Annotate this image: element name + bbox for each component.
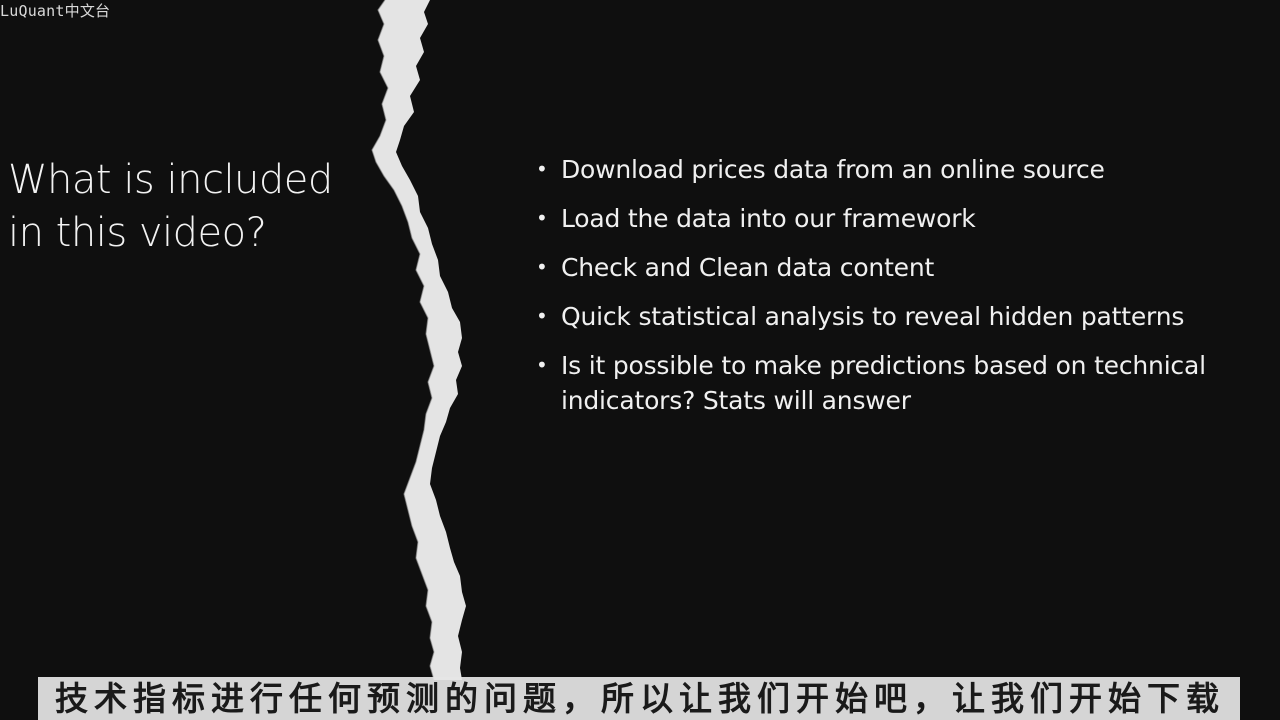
- bullet-list: • Download prices data from an online so…: [534, 152, 1274, 432]
- bullet-text: Check and Clean data content: [561, 253, 935, 282]
- bullet-dot-icon: •: [536, 157, 548, 181]
- bullet-item: • Load the data into our framework: [534, 201, 1274, 236]
- bullet-dot-icon: •: [536, 353, 548, 377]
- bullet-item: • Download prices data from an online so…: [534, 152, 1274, 187]
- bullet-item: • Is it possible to make predictions bas…: [534, 348, 1274, 418]
- bullet-text: Download prices data from an online sour…: [561, 155, 1105, 184]
- bullet-dot-icon: •: [536, 255, 548, 279]
- bullet-item: • Check and Clean data content: [534, 250, 1274, 285]
- video-frame: LuQuant中文台 What is included in this vide…: [0, 0, 1280, 720]
- bullet-text: Load the data into our framework: [561, 204, 976, 233]
- bullet-item: • Quick statistical analysis to reveal h…: [534, 299, 1274, 334]
- subtitle-caption: 技术指标进行任何预测的问题，所以让我们开始吧，让我们开始下载: [55, 679, 1225, 718]
- bullet-dot-icon: •: [536, 206, 548, 230]
- slide-title-line-2: in this video?: [8, 210, 267, 256]
- bullet-dot-icon: •: [536, 304, 548, 328]
- slide-title-line-1: What is included: [8, 157, 333, 203]
- bullet-text: Quick statistical analysis to reveal hid…: [561, 302, 1185, 331]
- bullet-text: Is it possible to make predictions based…: [561, 351, 1206, 415]
- slide-title: What is included in this video?: [8, 154, 368, 260]
